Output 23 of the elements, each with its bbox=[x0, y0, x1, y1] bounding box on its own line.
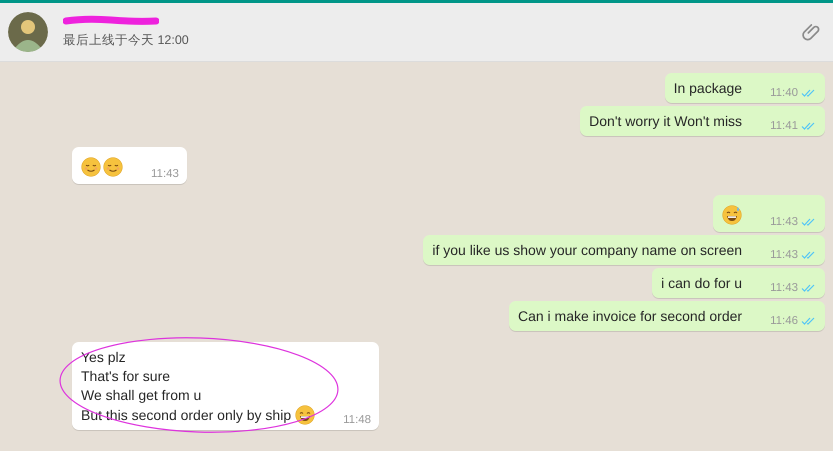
message-text: i can do for u bbox=[661, 274, 742, 293]
message-time: 11:43 bbox=[770, 216, 798, 228]
message-text: That's for sure bbox=[81, 367, 170, 386]
message-time: 11:40 bbox=[770, 87, 798, 99]
message-text: In package bbox=[674, 79, 742, 98]
smiling-face-icon bbox=[103, 157, 123, 177]
smiling-face-icon bbox=[81, 157, 101, 177]
message-text: We shall get from u bbox=[81, 386, 202, 405]
message-text: But this second order only by ship bbox=[81, 406, 292, 424]
message-text: Yes plz bbox=[81, 348, 126, 367]
message-text: Don't worry it Won't miss bbox=[589, 112, 742, 131]
message-time: 11:46 bbox=[770, 315, 798, 327]
message-time: 11:43 bbox=[770, 249, 798, 261]
avatar[interactable] bbox=[8, 12, 48, 52]
message-time: 11:43 bbox=[151, 168, 179, 180]
message-text: if you like us show your company name on screen bbox=[432, 241, 742, 260]
message-time: 11:48 bbox=[343, 414, 372, 426]
message-text: Can i make invoice for second order bbox=[518, 307, 742, 326]
last-seen-status: 最后上线于今天 12:00 bbox=[63, 32, 190, 49]
message-time: 11:43 bbox=[770, 282, 798, 294]
grinning-face-icon bbox=[295, 405, 316, 425]
message-time: 11:41 bbox=[770, 120, 798, 132]
sweat-grin-face-icon bbox=[722, 205, 742, 225]
